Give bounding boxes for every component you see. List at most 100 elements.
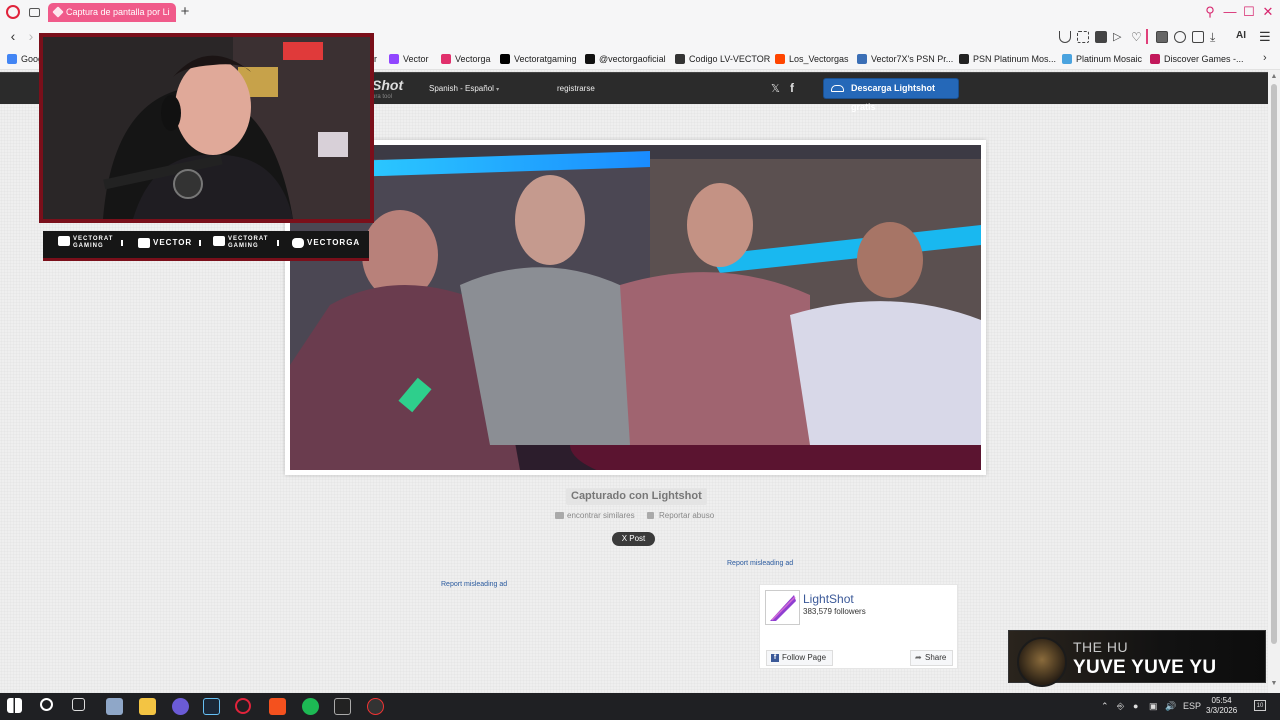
heart-icon[interactable]: ♡: [1131, 31, 1143, 43]
streamer-webcam-image: [43, 37, 370, 219]
platinum-mosaic-icon: [1062, 54, 1072, 64]
snapshot-icon[interactable]: [1077, 31, 1089, 43]
share-icon: ➦: [915, 653, 922, 662]
usb-icon[interactable]: ⎆: [1117, 701, 1124, 712]
scroll-down-icon[interactable]: ▼: [1270, 680, 1278, 688]
psnprofiles-icon: [857, 54, 867, 64]
facebook-page-name[interactable]: LightShot: [803, 592, 854, 606]
find-similar-link[interactable]: encontrar similares: [555, 511, 635, 520]
bookmark-item[interactable]: Vector7X's PSN Pr...: [857, 53, 953, 65]
notifications-icon[interactable]: 10: [1254, 700, 1266, 711]
lightshot-tagline: ura tool: [372, 94, 393, 100]
twitter-icon[interactable]: 𝕏: [771, 82, 780, 95]
social-instagram: VECTORGA: [292, 238, 360, 248]
bookmark-item[interactable]: @vectorgaoficial: [585, 53, 666, 65]
webcam-overlay: [39, 33, 374, 223]
play-icon[interactable]: ▷: [1113, 31, 1125, 43]
volume-icon[interactable]: 🔊: [1165, 701, 1176, 712]
shield-icon[interactable]: [1095, 31, 1107, 43]
share-button[interactable]: ➦ Share: [910, 650, 954, 666]
scrollbar-thumb[interactable]: [1271, 84, 1277, 644]
now-playing-artist: THE HU: [1073, 639, 1129, 655]
page-scrollbar[interactable]: ▲ ▼: [1268, 70, 1280, 693]
network-icon[interactable]: ▣: [1149, 701, 1158, 712]
bookmark-item[interactable]: Los_Vectorgas: [775, 53, 849, 65]
twitter-icon: [213, 236, 225, 246]
report-misleading-ad-link[interactable]: Report misleading ad: [727, 560, 793, 567]
clock-date: 3/3/2026: [1206, 706, 1238, 715]
task-view-icon[interactable]: [72, 698, 85, 711]
extension-d-icon[interactable]: [1156, 31, 1168, 43]
tiktok-icon: [585, 54, 595, 64]
report-misleading-ad-link[interactable]: Report misleading ad: [441, 581, 507, 588]
instagram-icon: [292, 238, 304, 248]
opera-logo-icon[interactable]: [6, 5, 20, 19]
bookmarks-overflow-icon[interactable]: ›: [1263, 52, 1267, 64]
new-tab-button[interactable]: +: [178, 4, 192, 20]
menu-icon[interactable]: ☰: [1259, 29, 1271, 45]
extensions-icon[interactable]: [1174, 31, 1186, 43]
bookmark-item[interactable]: Codigo LV-VECTOR: [675, 53, 770, 65]
system-clock[interactable]: 05:54 3/3/2026: [1206, 696, 1237, 716]
language-indicator[interactable]: ESP: [1183, 701, 1201, 711]
reddit-icon: [775, 54, 785, 64]
search-icon[interactable]: ⚲: [1202, 4, 1218, 20]
social-twitch: VECTOR: [138, 238, 192, 248]
captured-with-lightshot-label: Capturado con Lightshot: [566, 488, 707, 505]
bookmark-label: Discover Games -...: [1164, 54, 1244, 64]
obs-studio-icon[interactable]: [367, 698, 384, 715]
scroll-up-icon[interactable]: ▲: [1270, 73, 1278, 81]
bookmark-label: r: [374, 54, 377, 64]
minimize-button[interactable]: —: [1222, 4, 1238, 20]
register-link[interactable]: registrarse: [557, 84, 595, 93]
facebook-icon[interactable]: f: [790, 81, 794, 95]
album-art: [1017, 637, 1067, 687]
bookmark-label: PSN Platinum Mos...: [973, 54, 1057, 64]
file-explorer-icon[interactable]: [139, 698, 156, 715]
toolbar-divider: [1146, 29, 1148, 44]
app-icon[interactable]: [106, 698, 123, 715]
tab-title: Captura de pantalla por Li: [66, 7, 170, 17]
discord-icon[interactable]: [172, 698, 189, 715]
language-selector[interactable]: Spanish - Español ▾: [429, 84, 499, 93]
x-post-button[interactable]: X Post: [612, 532, 655, 546]
close-button[interactable]: ✕: [1260, 4, 1276, 20]
pin-icon[interactable]: [1059, 31, 1071, 43]
download-lightshot-button[interactable]: Descarga Lightshot gratis: [824, 79, 958, 112]
report-abuse-link[interactable]: Reportar abuso: [647, 511, 714, 520]
tab-switcher-icon[interactable]: [29, 8, 40, 17]
download-icon[interactable]: ⤓: [1210, 31, 1222, 43]
bookmark-item[interactable]: Goog: [7, 53, 43, 65]
microphone-icon[interactable]: ●: [1133, 701, 1138, 711]
steam-icon[interactable]: [203, 698, 220, 715]
lightshot-feather-icon[interactable]: [765, 590, 800, 625]
spotify-icon[interactable]: [302, 698, 319, 715]
ai-button[interactable]: AI: [1236, 30, 1246, 41]
facebook-icon: f: [771, 654, 779, 662]
tab-lightshot[interactable]: Captura de pantalla por Li: [48, 3, 176, 22]
back-button[interactable]: ‹: [6, 29, 20, 43]
bookmark-item[interactable]: Vector: [389, 53, 429, 65]
bookmark-item[interactable]: Discover Games -...: [1150, 53, 1244, 65]
chevron-up-icon[interactable]: ⌃: [1101, 701, 1109, 712]
wallet-icon[interactable]: [1192, 31, 1204, 43]
opera-gx-icon[interactable]: [235, 698, 251, 714]
forward-button[interactable]: ›: [24, 29, 38, 43]
bookmark-item[interactable]: Vectorga: [441, 53, 491, 65]
bookmark-label: Codigo LV-VECTOR: [689, 54, 771, 64]
brave-icon[interactable]: [269, 698, 286, 715]
bookmark-item[interactable]: Platinum Mosaic: [1062, 53, 1142, 65]
bookmark-label: Los_Vectorgas: [789, 54, 849, 64]
search-icon[interactable]: [40, 698, 53, 711]
windows-start-icon[interactable]: [7, 698, 22, 713]
bookmark-item[interactable]: PSN Platinum Mos...: [959, 53, 1056, 65]
now-playing-widget: THE HU YUVE YUVE YU: [1008, 630, 1266, 687]
lightshot-logo[interactable]: Shot: [372, 77, 403, 93]
google-icon: [7, 54, 17, 64]
follow-page-button[interactable]: f Follow Page: [766, 650, 834, 666]
maximize-button[interactable]: ☐: [1241, 4, 1257, 20]
screenshot-photo[interactable]: [290, 145, 981, 470]
bookmark-item[interactable]: Vectoratgaming: [500, 53, 577, 65]
windows-taskbar: ⌃ ⎆ ● ▣ 🔊 ESP 05:54 3/3/2026 10: [0, 693, 1280, 720]
obs-app-icon[interactable]: [334, 698, 351, 715]
